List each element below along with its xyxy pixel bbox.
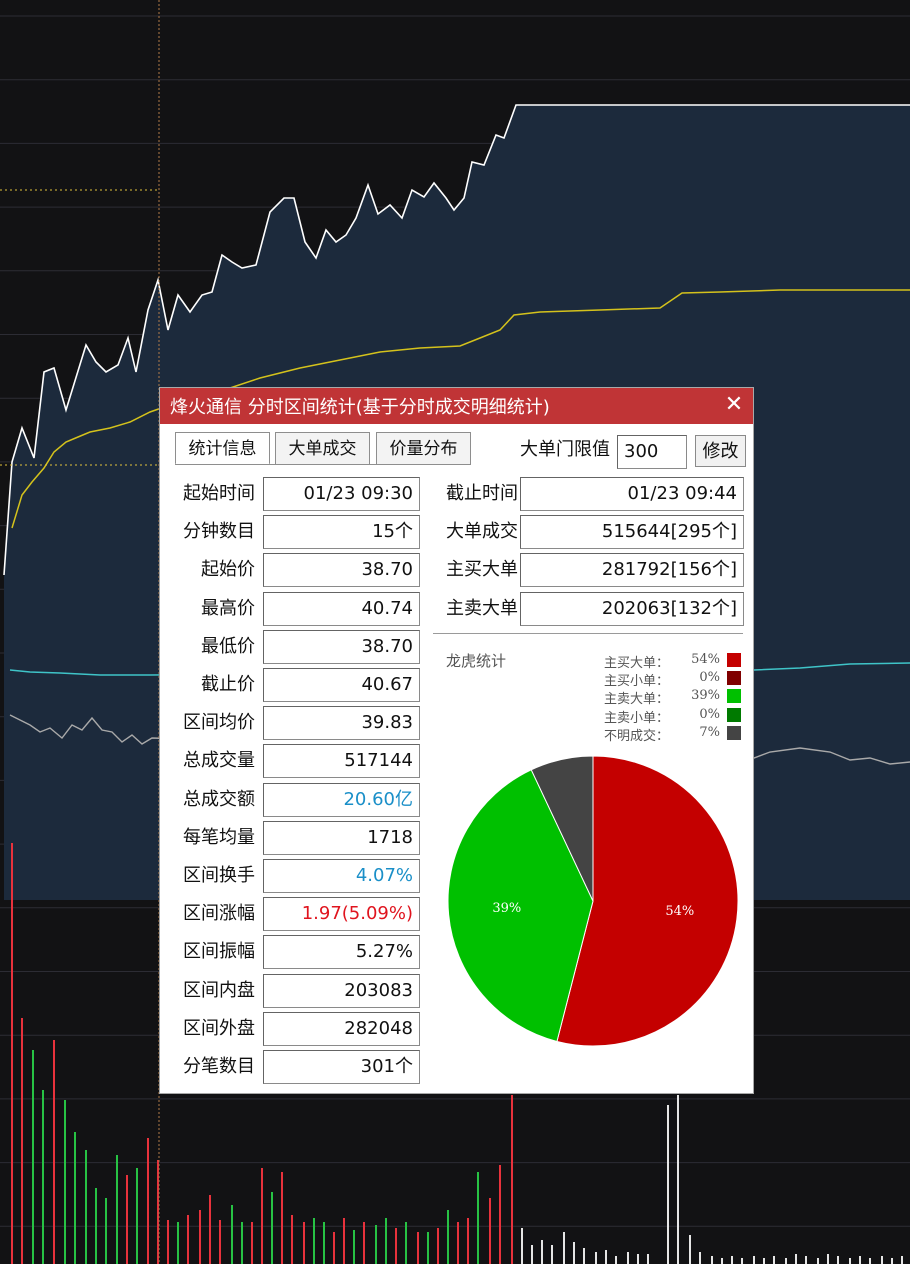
- pie-title: 龙虎统计: [446, 652, 507, 670]
- stat-value: 1718: [263, 820, 420, 855]
- stat-value: 515644[295个]: [520, 515, 744, 550]
- stat-label: 区间外盘: [183, 1017, 255, 1039]
- stat-label: 区间均价: [183, 712, 255, 734]
- stat-value: 517144: [263, 744, 420, 779]
- stat-value: 282048: [263, 1011, 420, 1046]
- legend-swatch: [727, 653, 741, 667]
- stat-label: 区间振幅: [183, 941, 255, 963]
- modify-button[interactable]: 修改: [695, 435, 746, 467]
- stat-value: 281792[156个]: [520, 553, 744, 588]
- stat-label: 区间内盘: [183, 979, 255, 1001]
- stat-value: 4.07%: [263, 859, 420, 893]
- legend-colon: ：: [656, 674, 670, 690]
- stat-label: 主卖大单: [446, 597, 518, 619]
- section-divider: [433, 633, 743, 634]
- stat-value: 38.70: [263, 629, 420, 664]
- stat-label: 截止时间: [446, 483, 518, 504]
- stat-label: 起始价: [201, 559, 255, 581]
- tab-large-orders[interactable]: 大单成交: [275, 432, 370, 465]
- tab-statistics[interactable]: 统计信息: [175, 432, 270, 465]
- stat-value: 20.60亿: [263, 782, 420, 817]
- stat-label: 总成交量: [183, 750, 255, 772]
- legend-name: 主买大单: [604, 656, 657, 671]
- stat-label: 总成交额: [183, 788, 255, 810]
- stat-label: 区间换手: [183, 865, 255, 886]
- pie-slice-label: 54%: [665, 903, 695, 919]
- stat-value: 15个: [263, 515, 420, 550]
- legend-name: 主卖大单: [604, 692, 657, 708]
- stat-label: 分笔数目: [183, 1056, 255, 1077]
- stat-value: 40.74: [263, 591, 420, 626]
- legend-swatch: [727, 689, 741, 704]
- stat-label: 起始时间: [183, 483, 255, 504]
- legend-name: 不明成交: [604, 728, 657, 744]
- legend-entry: 主买小单： 0%: [604, 670, 720, 689]
- legend-swatch: [727, 707, 741, 722]
- legend-name: 主买小单: [604, 674, 657, 690]
- stat-value: 01/23 09:44: [520, 477, 744, 511]
- stat-label: 分钟数目: [183, 521, 255, 543]
- threshold-label: 大单门限值: [520, 439, 610, 460]
- tab-price-volume[interactable]: 价量分布: [376, 432, 471, 465]
- stat-label: 截止价: [201, 674, 255, 695]
- tab-divider: [175, 464, 471, 465]
- stat-label: 每笔均量: [183, 826, 255, 848]
- legend-percent: 0%: [699, 670, 720, 686]
- legend-swatch: [727, 671, 741, 686]
- legend-entry: 主卖大单： 39%: [604, 688, 720, 707]
- stat-label: 主买大单: [446, 559, 518, 581]
- stat-value: 202063[132个]: [520, 591, 744, 626]
- legend-percent: 39%: [691, 688, 720, 704]
- pie-slice-label: 39%: [492, 901, 522, 917]
- legend-entry: 不明成交： 7%: [604, 725, 720, 744]
- legend-colon: ：: [656, 656, 670, 671]
- legend-name: 主卖小单: [604, 710, 657, 726]
- stat-value: 5.27%: [263, 935, 420, 970]
- stat-label: 大单成交: [446, 521, 518, 543]
- legend-colon: ：: [656, 728, 670, 744]
- legend-percent: 7%: [699, 724, 720, 740]
- stat-value: 01/23 09:30: [263, 477, 420, 511]
- stat-label: 最高价: [201, 597, 255, 619]
- pie-chart: [447, 755, 739, 1047]
- dialog-title: 烽火通信 分时区间统计(基于分时成交明细统计): [170, 397, 550, 418]
- legend-colon: ：: [656, 692, 670, 708]
- close-icon[interactable]: ✕: [721, 392, 747, 418]
- stat-value: 301个: [263, 1050, 420, 1084]
- dialog-title-bar: 烽火通信 分时区间统计(基于分时成交明细统计) ✕: [160, 388, 753, 424]
- legend-entry: 主卖小单： 0%: [604, 707, 720, 726]
- threshold-input[interactable]: 300: [617, 435, 687, 469]
- stat-label: 最低价: [201, 635, 255, 657]
- stat-value: 39.83: [263, 706, 420, 741]
- legend-colon: ：: [656, 710, 670, 726]
- stat-value: 40.67: [263, 668, 420, 702]
- legend-swatch: [727, 725, 741, 740]
- stat-value: 38.70: [263, 553, 420, 588]
- stat-label: 区间涨幅: [183, 903, 255, 925]
- legend-percent: 0%: [699, 706, 720, 722]
- legend-entry: 主买大单： 54%: [604, 652, 720, 671]
- stat-value: 203083: [263, 973, 420, 1008]
- legend-percent: 54%: [691, 652, 720, 667]
- stat-value: 1.97(5.09%): [263, 897, 420, 932]
